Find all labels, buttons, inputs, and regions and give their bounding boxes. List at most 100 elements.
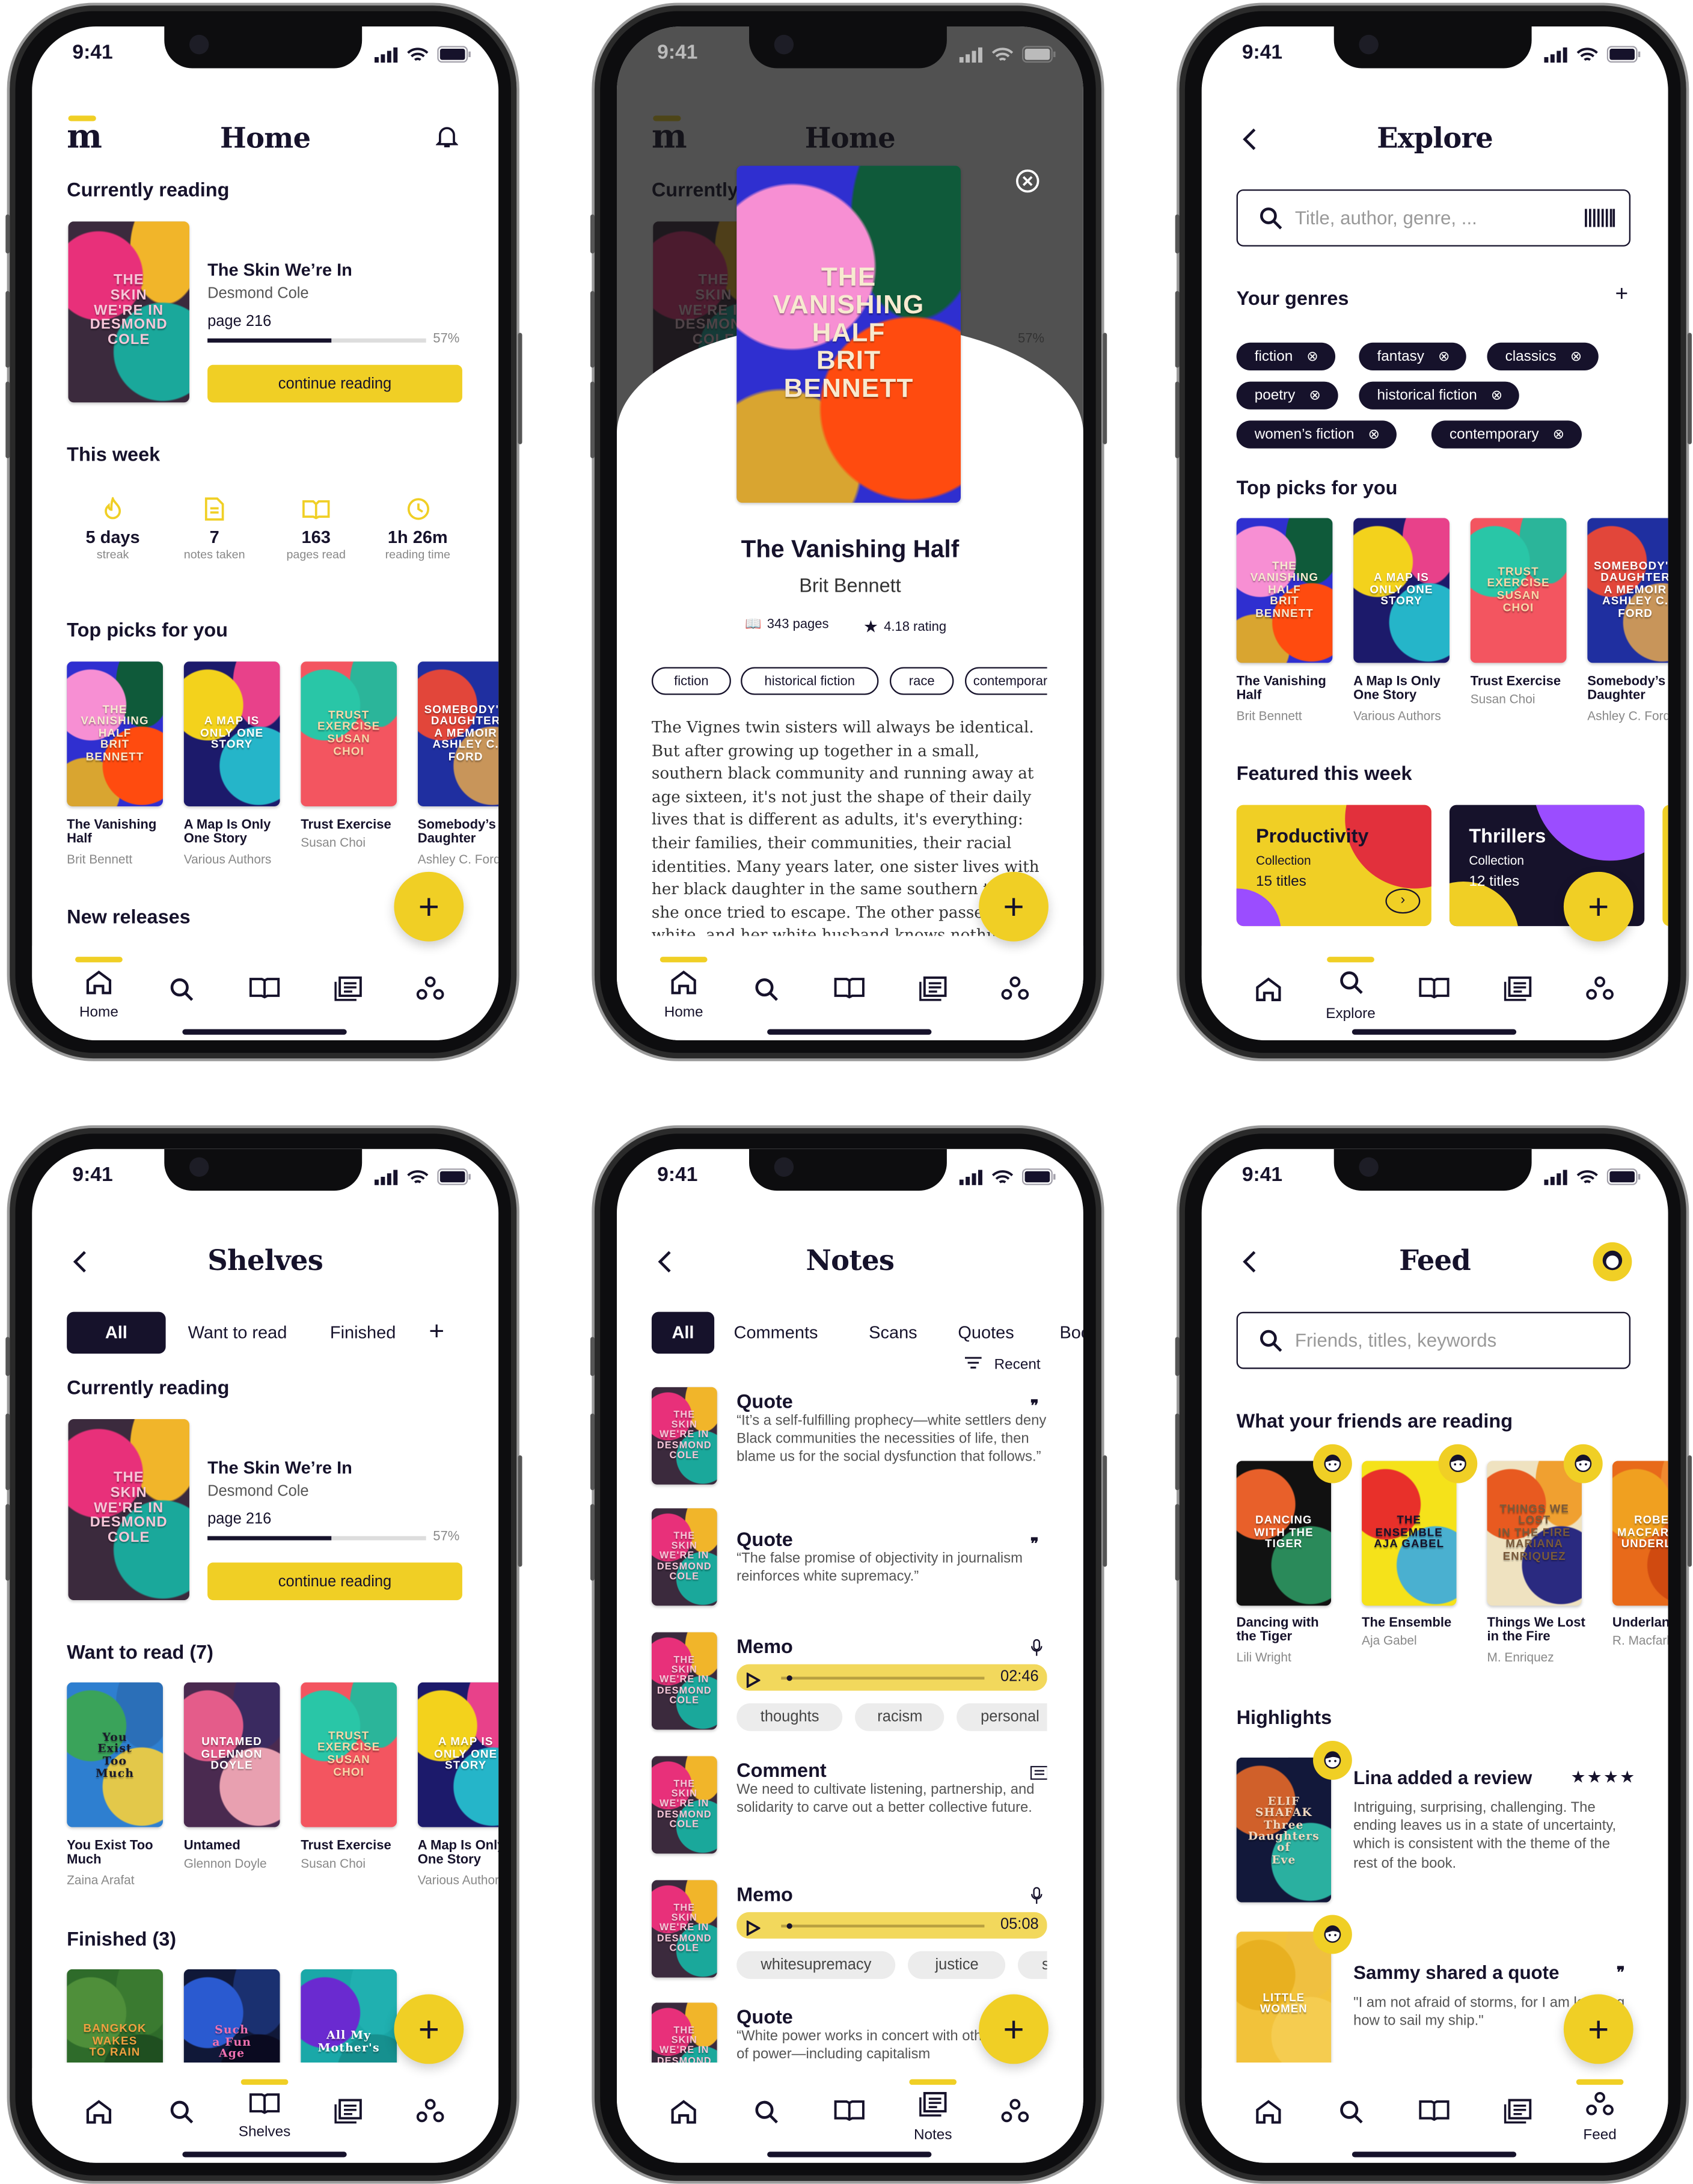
audio-scrubber[interactable] [787,1922,793,1928]
book-cover[interactable]: TRUST EXERCISE SUSAN CHOI [301,661,397,806]
note-tag[interactable]: sharing [1018,1951,1047,1980]
nav-home[interactable]: Home [64,969,134,1021]
book-cover[interactable]: Such a Fun Age [183,1969,280,2063]
nav-explore[interactable] [146,977,216,1010]
nav-feed[interactable]: Feed [1565,2091,1635,2143]
note-item[interactable]: THE SKIN WE'RE IN DESMOND COLE Memo 05:08 whit… [617,1149,1047,2063]
genre-chip[interactable]: fiction ⊗ [1236,342,1335,371]
continue-reading-button[interactable]: continue reading [207,364,462,403]
remove-circle-icon[interactable]: ⊗ [1438,349,1450,364]
genre-chip[interactable]: historical fiction ⊗ [1359,381,1520,410]
genre-chip[interactable]: fantasy ⊗ [1359,342,1467,371]
nav-notes[interactable] [898,976,968,1008]
nav-shelves[interactable] [815,977,884,1006]
add-button[interactable]: + [394,871,464,942]
book-cover[interactable]: THESKINWE'RE INDESMOND COLE [651,1632,717,1730]
nav-explore[interactable]: Explore [1316,969,1386,1022]
nav-feed[interactable] [1565,976,1635,1008]
nav-shelves[interactable]: Shelves [230,2092,299,2141]
nav-home[interactable] [1234,2099,1303,2130]
note-tag[interactable]: thoughts [736,1703,843,1731]
remove-circle-icon[interactable]: ⊗ [1306,349,1318,364]
genre-tag[interactable]: historical fiction [741,667,879,695]
bell-icon[interactable] [435,124,459,156]
nav-notes[interactable] [1483,976,1553,1008]
nav-shelves[interactable] [1400,2099,1469,2128]
note-item[interactable]: THE SKIN WE'RE IN DESMOND COLE Quote ❞ “The fa… [617,1149,1047,2063]
nav-feed[interactable] [396,2099,465,2130]
book-cover[interactable]: LITTLE WOMEN [1236,1931,1332,2063]
genre-chip[interactable]: classics ⊗ [1487,342,1599,371]
note-tag[interactable]: racism [855,1703,944,1731]
nav-notes[interactable] [313,2099,383,2130]
add-button[interactable]: + [979,1994,1049,2064]
book-cover[interactable]: A MAP IS ONLY ONE STORY [1353,518,1450,663]
chevron-right-icon[interactable]: › [1385,888,1421,914]
play-icon[interactable] [746,1918,761,1943]
play-icon[interactable] [746,1670,761,1695]
book-cover[interactable]: ELIF SHAFAK Three Daughters of Eve [1236,1757,1332,1903]
book-cover[interactable]: All My Mother's [301,1969,397,2063]
book-cover[interactable]: A MAP IS ONLY ONE STORY [183,661,280,806]
book-cover[interactable]: THE VANISHING HALF BRIT BENNETT [67,661,163,806]
genre-tag[interactable]: race [889,667,954,695]
audio-scrubber[interactable] [787,1674,793,1681]
book-cover[interactable]: BANGKOK WAKES TO RAIN [67,1969,163,2063]
genre-tag[interactable]: contemporary [964,667,1047,695]
book-cover[interactable]: THESKINWE'RE INDESMOND COLE [68,221,189,403]
nav-feed[interactable] [980,976,1050,1008]
remove-circle-icon[interactable]: ⊗ [1309,388,1320,403]
audio-player[interactable]: 05:08 [736,1912,1047,1939]
nav-notes[interactable] [313,976,383,1008]
genre-chip[interactable]: women’s fiction ⊗ [1236,420,1397,449]
nav-home[interactable] [1234,977,1303,1008]
friend-avatar[interactable] [1312,1915,1352,1954]
nav-feed[interactable] [396,976,465,1008]
remove-circle-icon[interactable]: ⊗ [1570,349,1582,364]
add-button[interactable]: + [1563,871,1633,942]
nav-explore[interactable] [1316,2099,1386,2132]
nav-explore[interactable] [731,2099,801,2132]
friend-avatar[interactable] [1312,1741,1352,1780]
nav-home[interactable] [64,2099,134,2130]
collection-card-productivity[interactable]: Productivity Collection 15 titles › [1236,805,1431,927]
note-item[interactable]: THE SKIN WE'RE IN DESMOND COLE Memo 02:46 thou… [617,1149,1047,2063]
nav-notes[interactable]: Notes [898,2091,968,2143]
book-cover[interactable]: TRUST EXERCISE SUSAN CHOI [1470,518,1567,663]
book-cover[interactable]: THESKINWE'RE INDESMOND COLE [651,1387,717,1485]
genre-chip[interactable]: contemporary ⊗ [1431,420,1582,449]
note-tag[interactable]: whitesupremacy [736,1951,896,1980]
remove-circle-icon[interactable]: ⊗ [1368,427,1380,442]
book-cover[interactable]: THESKINWE'RE INDESMOND COLE [651,1756,717,1854]
collection-card-next[interactable] [1662,805,1668,927]
nav-notes[interactable] [1483,2099,1553,2130]
search-input[interactable]: Title, author, genre, ... [1236,189,1631,247]
nav-home[interactable] [649,2099,718,2130]
book-cover[interactable]: SOMEBODY'SDAUGHTERA MEMOIRASHLEY C. FORD [417,661,499,806]
tab-bookmarks[interactable]: Bookmarks [1059,1312,1083,1354]
note-item[interactable]: THE SKIN WE'RE IN DESMOND COLE Comment We nee… [617,1149,1047,2063]
current-book-title[interactable]: The Skin We’re In [207,260,352,280]
add-button[interactable]: + [394,1994,464,2064]
note-item[interactable]: THESKINWE'RE INDESMOND COLEQuote❞“White … [617,1149,1047,2063]
note-tag[interactable]: personal [957,1703,1047,1731]
nav-explore[interactable] [146,2099,216,2132]
nav-shelves[interactable] [230,977,299,1006]
add-button[interactable]: + [979,871,1049,942]
nav-explore[interactable] [731,977,801,1010]
note-item[interactable]: THE SKIN WE'RE IN DESMOND COLE Quote ❞ “It’s a… [617,1149,1047,2063]
nav-shelves[interactable] [1400,977,1469,1006]
add-button[interactable]: + [1563,1994,1633,2064]
genre-chip[interactable]: poetry ⊗ [1236,381,1338,410]
nav-home[interactable]: Home [649,969,718,1021]
note-tag[interactable]: justice [908,1951,1006,1980]
remove-circle-icon[interactable]: ⊗ [1553,427,1564,442]
book-cover[interactable]: SOMEBODY'SDAUGHTERA MEMOIRASHLEY C. FORD [1587,518,1668,663]
book-cover[interactable]: THESKINWE'RE INDESMOND COLE [651,1880,717,1978]
audio-player[interactable]: 02:46 [736,1664,1047,1691]
book-cover[interactable]: THESKINWE'RE INDESMOND COLE [651,1508,717,1606]
barcode-scan-icon[interactable] [1585,207,1615,235]
nav-feed[interactable] [980,2099,1050,2130]
book-cover[interactable]: THE VANISHING HALF BRIT BENNETT [1236,518,1333,663]
remove-circle-icon[interactable]: ⊗ [1491,388,1502,403]
